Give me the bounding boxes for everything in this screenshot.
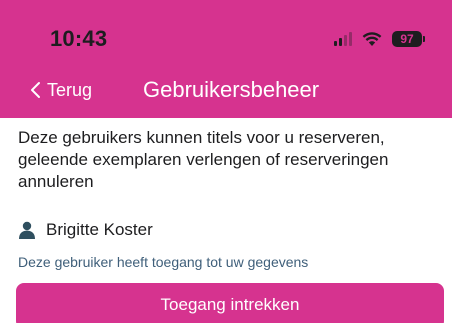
description-text: Deze gebruikers kunnen titels voor u res… xyxy=(18,128,389,191)
battery-icon: 97 xyxy=(392,31,425,47)
battery-level: 97 xyxy=(400,32,414,46)
page-title: Gebruikersbeheer xyxy=(143,77,320,102)
status-icons: 97 xyxy=(334,30,425,48)
status-time: 10:43 xyxy=(50,26,108,51)
access-note: Deze gebruiker heeft toegang tot uw gege… xyxy=(18,254,309,270)
status-bar: 10:43 97 xyxy=(0,0,452,58)
back-button[interactable]: Terug xyxy=(30,70,92,110)
user-name: Brigitte Koster xyxy=(46,220,153,239)
chevron-left-icon xyxy=(31,82,40,98)
app-header: 10:43 97 Terug Gebruikersbeheer xyxy=(0,0,452,118)
signal-icon xyxy=(334,32,352,46)
wifi-icon xyxy=(362,32,382,46)
nav-bar: Terug Gebruikersbeheer xyxy=(0,70,452,110)
user-row: Brigitte Koster xyxy=(18,220,153,240)
back-label: Terug xyxy=(47,79,93,100)
person-icon xyxy=(19,221,35,239)
revoke-access-button[interactable]: Toegang intrekken xyxy=(16,283,444,323)
